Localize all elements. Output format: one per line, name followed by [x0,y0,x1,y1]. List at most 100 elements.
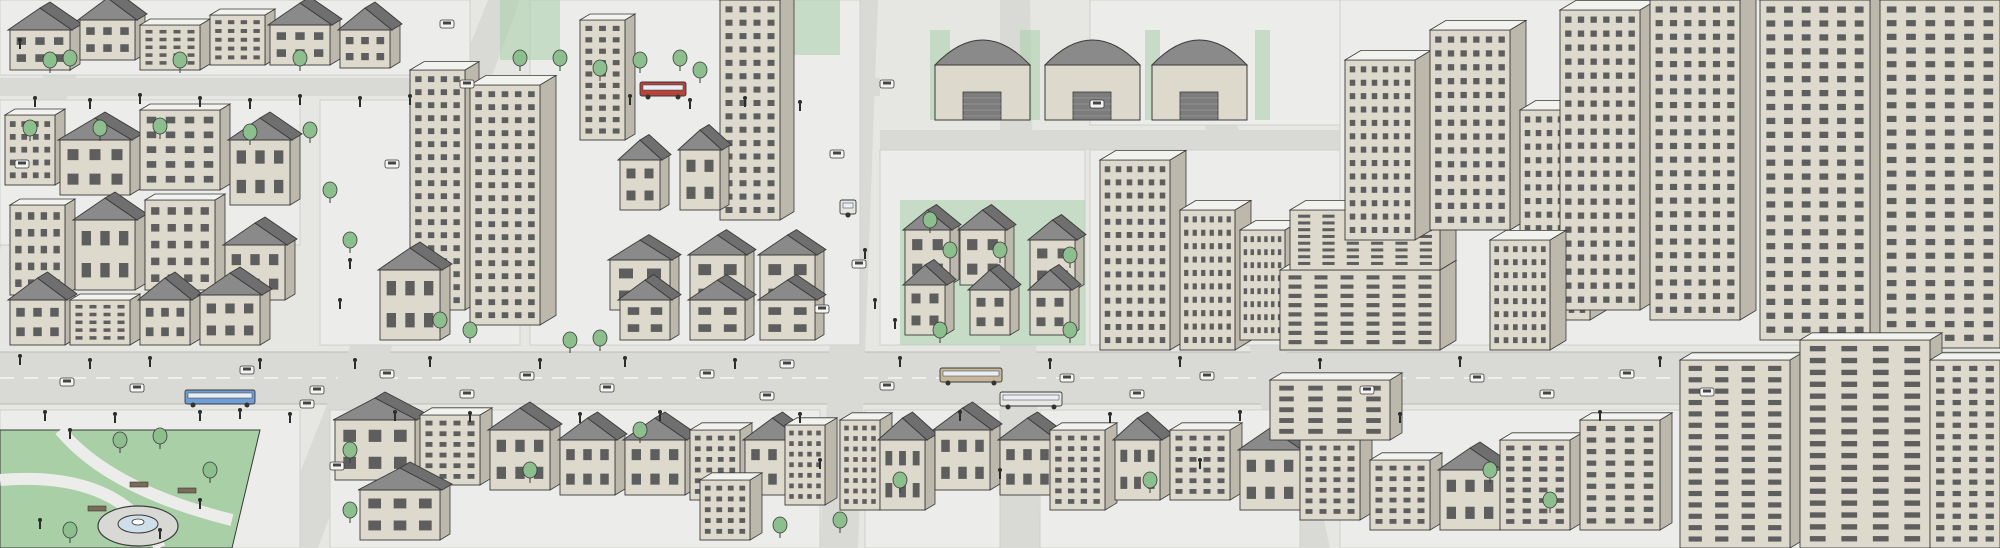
window [1628,198,1635,205]
window [612,37,620,43]
window [1465,479,1475,492]
window [1340,340,1354,345]
window [1872,500,1889,506]
pedestrian-head [1318,358,1322,362]
flat-roof [1678,352,1804,361]
window [1784,117,1793,125]
car-window [1093,101,1101,105]
window [1473,119,1480,126]
window [1522,519,1531,524]
window [911,315,921,326]
window [1669,156,1678,163]
window [1555,519,1564,524]
window [1006,449,1015,461]
window [1360,93,1367,100]
window [1784,326,1793,333]
window [439,420,447,426]
window [1366,330,1380,335]
window [739,180,747,187]
tree [592,329,608,347]
window [1148,179,1155,186]
building-front [339,29,391,69]
window [1541,311,1546,318]
window [1886,129,1897,136]
window [1419,241,1432,245]
window [528,208,535,215]
window [165,116,176,124]
window [1603,170,1610,177]
window [1333,445,1341,451]
window [1115,166,1122,173]
window [227,46,235,51]
window [1308,385,1323,391]
window [427,115,435,122]
tree [152,117,168,135]
window [1936,399,1945,406]
window [1969,513,1978,519]
window [415,154,422,161]
window [151,207,160,215]
window [145,45,153,50]
window [440,89,448,96]
window [1349,119,1356,126]
window [453,76,460,83]
window [1969,479,1978,485]
window [1115,337,1122,344]
flat-roof [1048,422,1119,431]
window [1503,311,1509,318]
window [376,37,385,45]
window [1184,283,1189,290]
window [1906,115,1916,123]
window [1393,186,1400,193]
window [1093,488,1100,494]
window [1684,265,1692,272]
window [1389,465,1397,471]
window [1226,296,1231,303]
window [453,167,460,174]
window [686,159,696,172]
window [16,54,26,62]
flat-roof [1578,412,1674,421]
window [1473,216,1480,223]
window [753,126,761,133]
window [1577,268,1585,275]
window [1590,268,1597,275]
window [862,467,867,473]
bus-windows [187,392,253,399]
window [1055,456,1062,462]
window [717,435,724,441]
apartment-building [1678,352,1804,548]
window [704,159,714,172]
window [1985,434,1994,440]
window [1628,296,1635,303]
window [1590,128,1597,135]
building-side [659,153,670,211]
window [1784,173,1793,180]
car-window [1363,387,1371,391]
window [15,212,22,220]
window [146,131,157,139]
window [405,281,415,296]
window [844,446,849,452]
window [453,474,461,479]
window [75,320,83,325]
window [1217,478,1225,484]
window [1784,243,1793,250]
window [1513,311,1518,318]
window [1218,323,1223,330]
window [1741,536,1755,542]
window [161,327,169,337]
window [1541,337,1546,344]
window [1485,119,1493,126]
window [440,76,448,83]
window [1698,33,1706,40]
window [1460,78,1467,85]
window [1784,215,1793,222]
window [1603,72,1610,79]
window [1217,467,1225,473]
window [1801,284,1811,292]
building-side [1389,372,1403,441]
window [1417,519,1425,524]
window [1360,66,1367,73]
window [1148,310,1155,317]
